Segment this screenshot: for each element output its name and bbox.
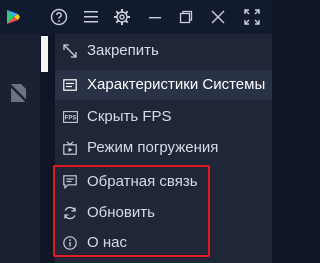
content-preview bbox=[41, 36, 48, 72]
menu-item-hide-fps[interactable]: FPS Скрыть FPS bbox=[55, 102, 272, 132]
dropdown-menu: Закрепить Характеристики Системы FPS Скр… bbox=[55, 34, 272, 263]
pin-icon bbox=[62, 43, 78, 59]
no-sim-icon bbox=[6, 82, 30, 104]
system-info-icon bbox=[62, 77, 78, 93]
immersive-mode-icon bbox=[62, 140, 78, 156]
menu-item-label: Закрепить bbox=[87, 42, 159, 59]
menu-item-label: Обратная связь bbox=[87, 173, 198, 190]
play-store-icon[interactable] bbox=[3, 7, 23, 27]
menu-icon[interactable] bbox=[81, 7, 101, 27]
help-icon[interactable] bbox=[49, 7, 69, 27]
menu-item-label: Режим погружения bbox=[87, 139, 219, 156]
svg-text:FPS: FPS bbox=[64, 116, 76, 122]
menu-item-label: Скрыть FPS bbox=[87, 108, 172, 125]
side-panel bbox=[0, 34, 40, 263]
info-icon bbox=[62, 235, 78, 251]
title-bar bbox=[0, 0, 272, 34]
refresh-icon bbox=[62, 205, 78, 221]
close-icon[interactable] bbox=[208, 7, 228, 27]
minimize-icon[interactable] bbox=[145, 7, 165, 27]
menu-item-system-info[interactable]: Характеристики Системы bbox=[55, 70, 272, 100]
menu-item-about[interactable]: О нас bbox=[55, 228, 272, 258]
menu-item-label: Обновить bbox=[87, 204, 155, 221]
menu-item-refresh[interactable]: Обновить bbox=[55, 198, 272, 228]
menu-item-pin[interactable]: Закрепить bbox=[55, 36, 272, 66]
menu-item-label: О нас bbox=[87, 234, 127, 251]
menu-item-immersive-mode[interactable]: Режим погружения bbox=[55, 133, 272, 163]
feedback-icon bbox=[62, 174, 78, 190]
fullscreen-icon[interactable] bbox=[242, 7, 262, 27]
menu-item-feedback[interactable]: Обратная связь bbox=[55, 167, 272, 197]
gear-icon[interactable] bbox=[112, 7, 132, 27]
menu-item-label: Характеристики Системы bbox=[87, 76, 266, 93]
fps-icon: FPS bbox=[62, 109, 78, 125]
restore-icon[interactable] bbox=[176, 7, 196, 27]
